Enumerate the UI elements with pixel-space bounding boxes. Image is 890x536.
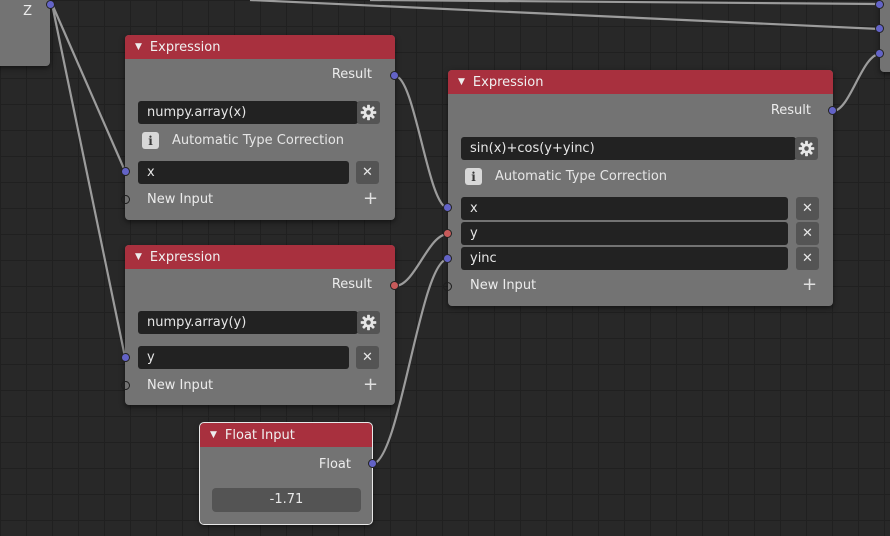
input-socket-new[interactable] — [121, 195, 130, 204]
input-field-x[interactable]: x — [138, 161, 349, 184]
x-icon[interactable]: ✕ — [356, 161, 379, 184]
node-title: Float Input — [224, 427, 295, 443]
plus-icon[interactable]: + — [363, 190, 378, 208]
type-correction-row: i Automatic Type Correction — [465, 168, 667, 185]
expression-field[interactable]: numpy.array(x) — [138, 101, 358, 124]
plus-icon[interactable]: + — [802, 276, 817, 294]
new-input-label[interactable]: New Input — [147, 378, 213, 393]
input-socket-right-1[interactable] — [875, 0, 884, 9]
float-input-node[interactable]: ▼ Float Input Float -1.71 — [199, 422, 373, 525]
input-field-y[interactable]: y — [138, 346, 349, 369]
output-label-result: Result — [770, 103, 811, 118]
float-value-field[interactable]: -1.71 — [212, 488, 361, 512]
gear-icon[interactable] — [357, 101, 380, 124]
collapse-triangle-icon[interactable]: ▼ — [135, 252, 142, 262]
node-title: Expression — [472, 74, 544, 90]
info-icon: i — [142, 132, 159, 149]
input-socket-y[interactable] — [121, 353, 130, 362]
expression-node-main[interactable]: ▼ Expression Result sin(x)+cos(y+yinc) i… — [448, 70, 833, 306]
input-socket-right-3[interactable] — [875, 49, 884, 58]
info-icon: i — [465, 168, 482, 185]
output-label-result: Result — [331, 277, 372, 292]
x-icon[interactable]: ✕ — [356, 346, 379, 369]
x-icon[interactable]: ✕ — [796, 222, 819, 245]
output-socket-float[interactable] — [368, 459, 377, 468]
input-socket-yinc[interactable] — [443, 254, 452, 263]
new-input-label[interactable]: New Input — [147, 192, 213, 207]
input-field-yinc[interactable]: yinc — [461, 247, 788, 270]
input-socket-new[interactable] — [121, 381, 130, 390]
collapse-triangle-icon[interactable]: ▼ — [135, 42, 142, 52]
node-title: Expression — [149, 249, 221, 265]
output-socket-result[interactable] — [390, 281, 399, 290]
input-socket-x[interactable] — [121, 167, 130, 176]
input-field-y[interactable]: y — [461, 222, 788, 245]
input-socket-x[interactable] — [443, 203, 452, 212]
input-socket-right-2[interactable] — [875, 24, 884, 33]
input-field-x[interactable]: x — [461, 197, 788, 220]
socket-label-z: Z — [23, 4, 32, 19]
expression-field[interactable]: numpy.array(y) — [138, 311, 358, 334]
output-label-float: Float — [318, 457, 351, 472]
expression-node-x[interactable]: ▼ Expression Result numpy.array(x) i Aut… — [125, 35, 395, 220]
input-socket-y[interactable] — [443, 229, 452, 238]
gear-icon[interactable] — [795, 137, 818, 160]
expression-field[interactable]: sin(x)+cos(y+yinc) — [461, 137, 796, 160]
plus-icon[interactable]: + — [363, 376, 378, 394]
x-icon[interactable]: ✕ — [796, 247, 819, 270]
collapse-triangle-icon[interactable]: ▼ — [458, 77, 465, 87]
partial-node-right[interactable] — [880, 0, 890, 72]
type-correction-row: i Automatic Type Correction — [142, 132, 344, 149]
new-input-label[interactable]: New Input — [470, 278, 536, 293]
gear-icon[interactable] — [357, 311, 380, 334]
expression-node-y[interactable]: ▼ Expression Result numpy.array(y) y ✕ N… — [125, 245, 395, 405]
output-socket-result[interactable] — [390, 71, 399, 80]
partial-node-left[interactable]: Z — [0, 0, 50, 66]
node-header[interactable]: ▼ Expression — [448, 70, 833, 94]
type-correction-label: Automatic Type Correction — [172, 133, 345, 148]
output-socket-result[interactable] — [828, 106, 837, 115]
x-icon[interactable]: ✕ — [796, 197, 819, 220]
type-correction-label: Automatic Type Correction — [495, 169, 668, 184]
node-header[interactable]: ▼ Expression — [125, 245, 395, 269]
output-socket-z[interactable] — [46, 0, 55, 9]
node-header[interactable]: ▼ Float Input — [200, 423, 372, 447]
node-header[interactable]: ▼ Expression — [125, 35, 395, 59]
output-label-result: Result — [331, 67, 372, 82]
input-socket-new[interactable] — [443, 282, 452, 291]
collapse-triangle-icon[interactable]: ▼ — [210, 430, 217, 440]
node-title: Expression — [149, 39, 221, 55]
